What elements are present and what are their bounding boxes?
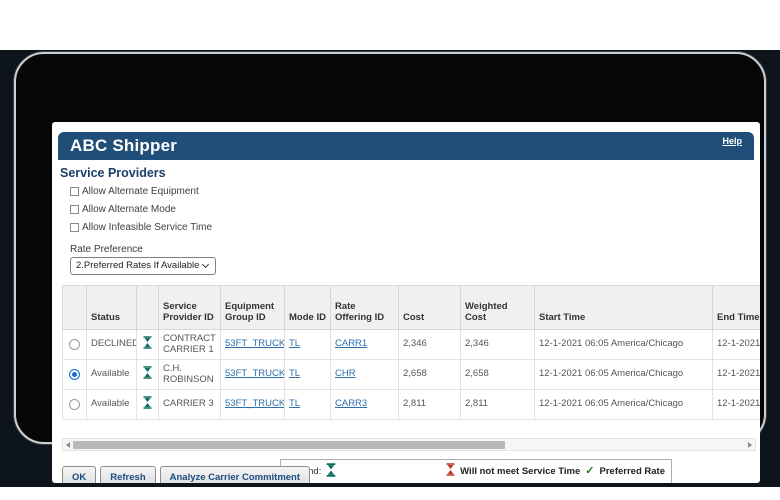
hourglass-icon xyxy=(143,366,152,379)
stage: ABC Shipper Help Service Providers Allow… xyxy=(0,0,780,500)
rate-offering-link[interactable]: CARR1 xyxy=(335,338,367,349)
row-select-radio[interactable] xyxy=(69,369,80,380)
service-provider-cell: CARRIER 3 xyxy=(159,390,221,420)
horizontal-scrollbar[interactable] xyxy=(62,438,756,451)
equipment-group-link[interactable]: 53FT_TRUCK xyxy=(225,368,285,379)
rate-preference-select[interactable]: 2.Preferred Rates If Available xyxy=(70,257,216,275)
legend-preferred-text: Preferred Rate xyxy=(600,463,665,477)
service-provider-cell: C.H. ROBINSON xyxy=(159,360,221,390)
column-header-end-time: End Time xyxy=(713,286,761,330)
option-row: Allow Alternate Equipment xyxy=(70,185,199,197)
hourglass-icon xyxy=(143,396,152,409)
cost-cell: 2,658 xyxy=(399,360,461,390)
service-providers-table: Status Service Provider ID Equipment Gro… xyxy=(62,285,760,420)
mode-link[interactable]: TL xyxy=(289,368,300,379)
bottom-toolbar: OK Refresh Analyze Carrier Commitment xyxy=(62,466,310,483)
status-cell: Available xyxy=(87,360,137,390)
status-cell: Available xyxy=(87,390,137,420)
column-header-flag xyxy=(137,286,159,330)
checkbox-label: Allow Alternate Mode xyxy=(82,204,176,215)
end-time-cell: 12-1-2021 xyxy=(713,390,761,420)
table-header-row: Status Service Provider ID Equipment Gro… xyxy=(63,286,761,330)
column-header-weighted-cost: Weighted Cost xyxy=(461,286,535,330)
checkbox-label: Allow Alternate Equipment xyxy=(82,186,199,197)
weighted-cost-cell: 2,346 xyxy=(461,330,535,360)
table-row: Available CARRIER 3 53FT_TRUCK TL CARR3 … xyxy=(63,390,761,420)
start-time-cell: 12-1-2021 06:05 America/Chicago xyxy=(535,330,713,360)
hourglass-icon xyxy=(143,336,152,349)
weighted-cost-cell: 2,658 xyxy=(461,360,535,390)
start-time-cell: 12-1-2021 06:05 America/Chicago xyxy=(535,360,713,390)
rate-offering-link[interactable]: CHR xyxy=(335,368,356,379)
hourglass-icon xyxy=(326,463,336,477)
ok-button[interactable]: OK xyxy=(62,466,96,483)
titlebar: ABC Shipper Help xyxy=(58,132,754,160)
legend-warning-text: Will not meet Service Time xyxy=(460,463,580,477)
column-header-service-provider-id: Service Provider ID xyxy=(159,286,221,330)
end-time-cell: 12-1-2021 xyxy=(713,330,761,360)
rate-preference-label: Rate Preference xyxy=(70,244,143,255)
analyze-carrier-commitment-button[interactable]: Analyze Carrier Commitment xyxy=(160,466,310,483)
table-row: Available C.H. ROBINSON 53FT_TRUCK TL CH… xyxy=(63,360,761,390)
refresh-button[interactable]: Refresh xyxy=(100,466,155,483)
rate-offering-link[interactable]: CARR3 xyxy=(335,398,367,409)
help-link[interactable]: Help xyxy=(722,136,742,146)
column-header-equipment-group-id: Equipment Group ID xyxy=(221,286,285,330)
column-header-select xyxy=(63,286,87,330)
column-header-mode-id: Mode ID xyxy=(285,286,331,330)
arrow-left-icon[interactable] xyxy=(66,442,70,448)
rate-preference-value: 2.Preferred Rates If Available xyxy=(76,258,199,274)
column-header-cost: Cost xyxy=(399,286,461,330)
arrow-right-icon[interactable] xyxy=(748,442,752,448)
equipment-group-link[interactable]: 53FT_TRUCK xyxy=(225,338,285,349)
equipment-group-link[interactable]: 53FT_TRUCK xyxy=(225,398,285,409)
tablet-frame: ABC Shipper Help Service Providers Allow… xyxy=(14,52,766,444)
start-time-cell: 12-1-2021 06:05 America/Chicago xyxy=(535,390,713,420)
row-select-radio[interactable] xyxy=(69,399,80,410)
column-header-start-time: Start Time xyxy=(535,286,713,330)
weighted-cost-cell: 2,811 xyxy=(461,390,535,420)
mode-link[interactable]: TL xyxy=(289,398,300,409)
option-row: Allow Infeasible Service Time xyxy=(70,221,212,233)
service-provider-cell: CONTRACT CARRIER 1 xyxy=(159,330,221,360)
option-row: Allow Alternate Mode xyxy=(70,203,176,215)
allow-infeasible-service-time-checkbox[interactable] xyxy=(70,223,79,232)
end-time-cell: 12-1-2021 xyxy=(713,360,761,390)
legend-box: Legend: Will not meet Service Time ✓ Pre… xyxy=(280,459,672,483)
chevron-down-icon xyxy=(202,261,209,268)
scrollbar-thumb[interactable] xyxy=(73,441,505,449)
app-title: ABC Shipper xyxy=(70,132,177,160)
status-cell: DECLINED xyxy=(87,330,137,360)
cost-cell: 2,811 xyxy=(399,390,461,420)
table-row: DECLINED CONTRACT CARRIER 1 53FT_TRUCK T… xyxy=(63,330,761,360)
allow-alternate-mode-checkbox[interactable] xyxy=(70,205,79,214)
column-header-rate-offering-id: Rate Offering ID xyxy=(331,286,399,330)
cost-cell: 2,346 xyxy=(399,330,461,360)
row-select-radio[interactable] xyxy=(69,339,80,350)
allow-alternate-equipment-checkbox[interactable] xyxy=(70,187,79,196)
column-header-status: Status xyxy=(87,286,137,330)
mode-link[interactable]: TL xyxy=(289,338,300,349)
page-title: Service Providers xyxy=(60,166,166,180)
check-icon: ✓ xyxy=(585,463,594,477)
hourglass-warning-icon xyxy=(446,463,455,476)
checkbox-label: Allow Infeasible Service Time xyxy=(82,222,212,233)
app-screen: ABC Shipper Help Service Providers Allow… xyxy=(52,122,760,483)
